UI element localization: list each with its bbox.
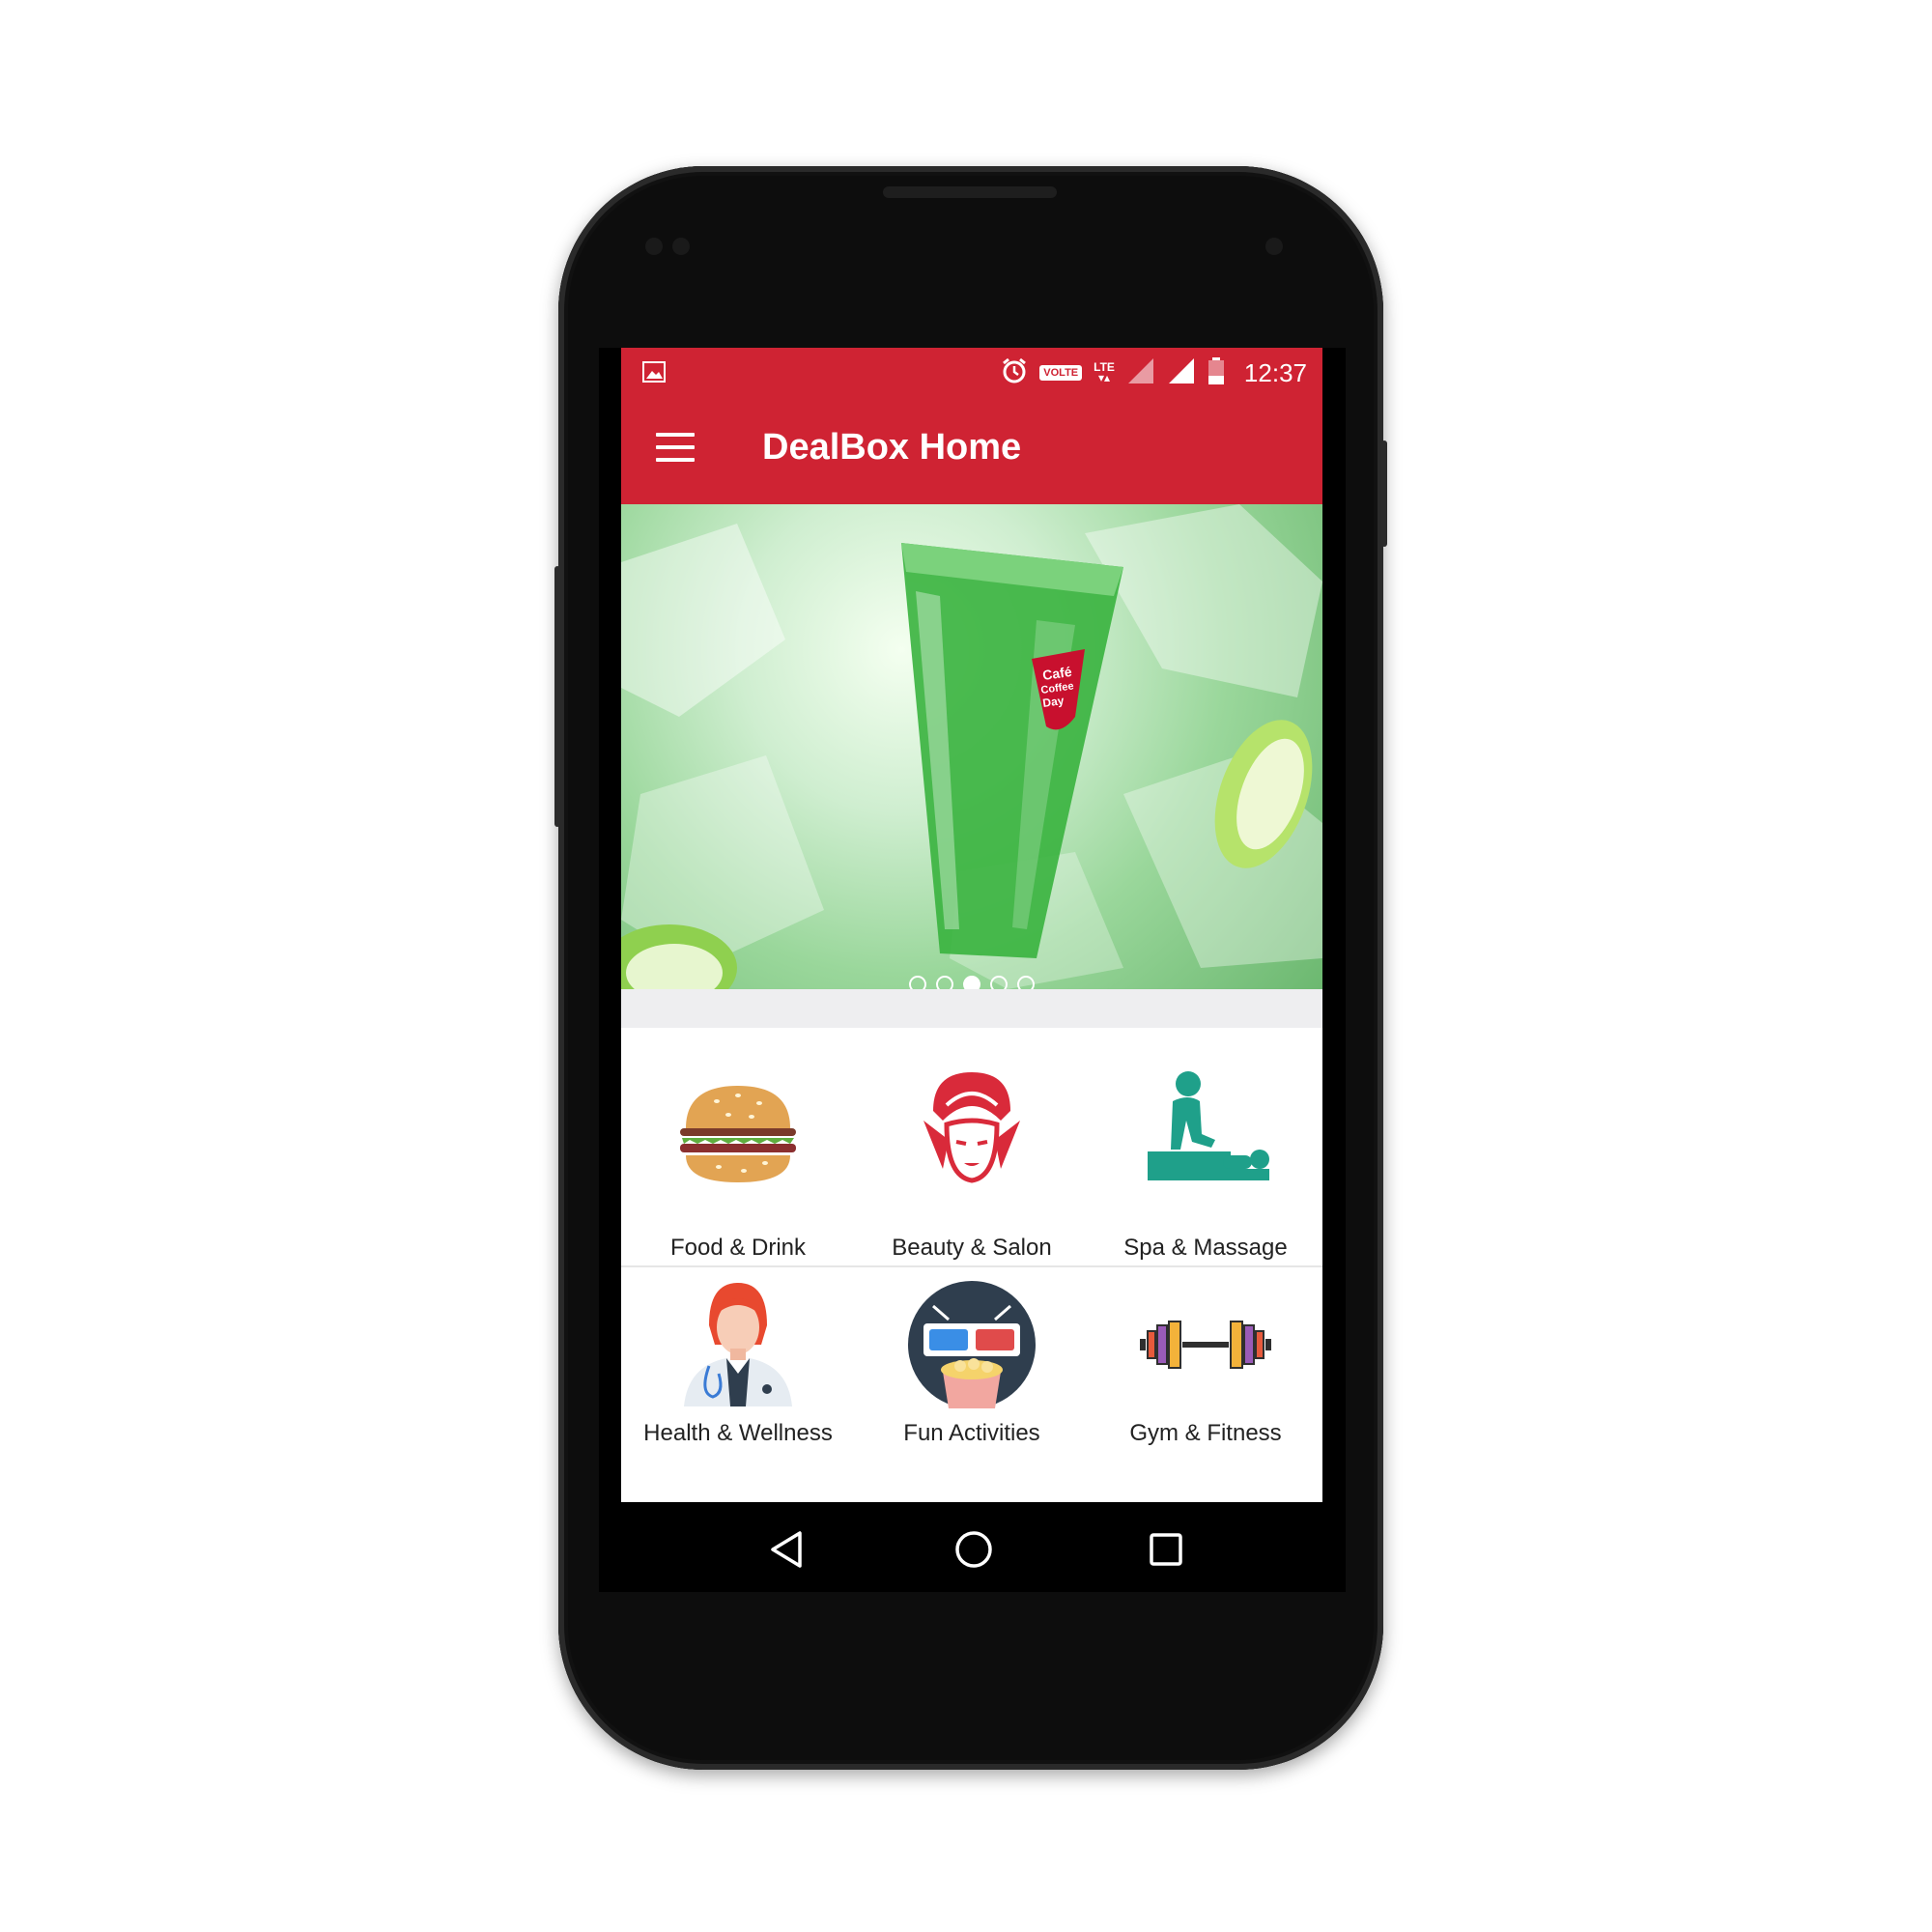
earpiece-speaker <box>883 186 1057 198</box>
category-grid: Food & Drink Beauty & Salon Spa & Massag… <box>621 1028 1322 1502</box>
banner-image: Café Coffee Day <box>621 504 1322 989</box>
home-icon[interactable] <box>950 1525 998 1574</box>
carousel-dot[interactable] <box>1017 976 1035 989</box>
menu-icon[interactable] <box>656 433 695 464</box>
category-label: Gym & Fitness <box>1129 1420 1282 1446</box>
image-notification-icon <box>642 361 666 387</box>
burger-icon <box>670 1066 806 1202</box>
front-sensor <box>645 238 663 255</box>
category-health-wellness[interactable]: Health & Wellness <box>621 1267 855 1502</box>
category-label: Spa & Massage <box>1123 1235 1288 1261</box>
clock: 12:37 <box>1243 357 1307 387</box>
app-toolbar: DealBox Home <box>621 396 1322 504</box>
promo-banner-carousel[interactable]: Café Coffee Day <box>621 504 1322 989</box>
category-beauty-salon[interactable]: Beauty & Salon <box>855 1028 1089 1264</box>
signal-icon-sim2 <box>1167 356 1196 390</box>
woman-face-icon <box>904 1063 1039 1198</box>
status-bar: VOLTE LTE ▾▴ 12:37 <box>621 348 1322 396</box>
carousel-dot[interactable] <box>936 976 953 989</box>
system-nav-bar <box>599 1502 1346 1592</box>
category-label: Fun Activities <box>903 1420 1040 1446</box>
dumbbell-icon <box>1138 1277 1273 1412</box>
category-food-drink[interactable]: Food & Drink <box>621 1028 855 1264</box>
category-label: Health & Wellness <box>643 1420 833 1446</box>
carousel-dot[interactable] <box>990 976 1008 989</box>
lte-indicator: LTE ▾▴ <box>1094 361 1115 384</box>
back-icon[interactable] <box>763 1525 811 1574</box>
carousel-indicators <box>621 976 1322 989</box>
3d-glasses-popcorn-icon <box>904 1277 1039 1412</box>
power-button <box>1381 440 1387 547</box>
alarm-icon <box>1001 357 1028 389</box>
page-title: DealBox Home <box>762 427 1022 468</box>
app-window: VOLTE LTE ▾▴ 12:37 DealBox Home Café Cof… <box>621 348 1322 1502</box>
front-sensor <box>672 238 690 255</box>
battery-icon <box>1208 356 1225 390</box>
section-divider <box>621 989 1322 1028</box>
carousel-dot[interactable] <box>909 976 926 989</box>
front-camera <box>1265 238 1283 255</box>
volte-badge: VOLTE <box>1039 365 1083 381</box>
category-label: Beauty & Salon <box>892 1235 1052 1261</box>
category-spa-massage[interactable]: Spa & Massage <box>1089 1028 1322 1264</box>
category-gym-fitness[interactable]: Gym & Fitness <box>1089 1267 1322 1502</box>
recents-icon[interactable] <box>1142 1525 1190 1574</box>
signal-icon-sim1 <box>1126 356 1155 390</box>
category-label: Food & Drink <box>669 1235 807 1261</box>
massage-icon <box>1138 1063 1273 1198</box>
doctor-icon <box>670 1277 806 1412</box>
phone-screen: VOLTE LTE ▾▴ 12:37 DealBox Home Café Cof… <box>599 348 1346 1592</box>
data-arrows-icon: ▾▴ <box>1098 371 1111 384</box>
carousel-dot-active[interactable] <box>963 976 980 989</box>
volume-button <box>554 566 560 827</box>
category-fun-activities[interactable]: Fun Activities <box>855 1267 1089 1502</box>
